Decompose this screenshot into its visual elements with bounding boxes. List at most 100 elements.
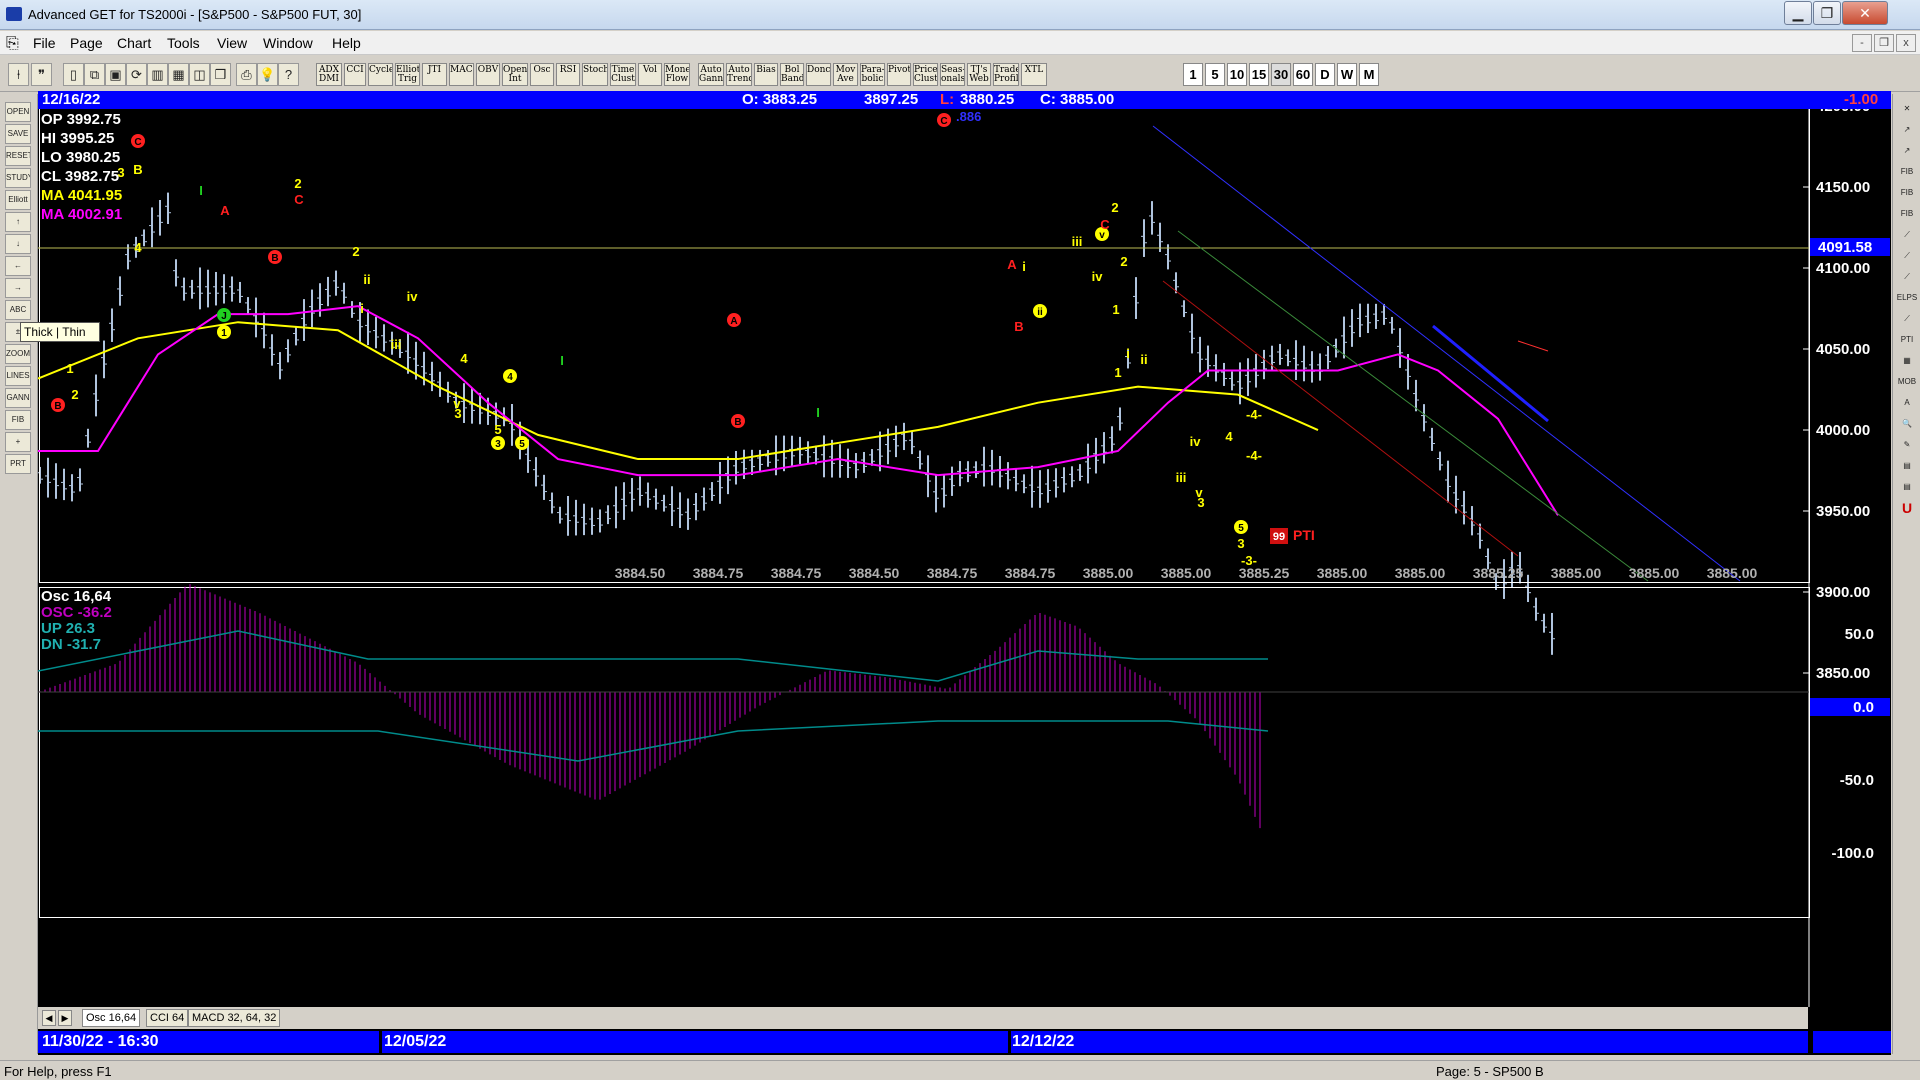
left-tool-7[interactable]: ← xyxy=(5,256,31,276)
right-tool-13[interactable]: MOB xyxy=(1896,373,1918,391)
new-page-icon[interactable]: ▯ xyxy=(63,63,84,86)
copy-page-icon[interactable]: ⧉ xyxy=(84,63,105,86)
right-tool-19[interactable]: U xyxy=(1896,499,1918,517)
timeframe-button-30[interactable]: 30 xyxy=(1271,63,1291,86)
left-tool-15[interactable]: + xyxy=(5,432,31,452)
menu-window[interactable]: Window xyxy=(263,35,313,51)
right-tool-11[interactable]: PTI xyxy=(1896,331,1918,349)
right-tool-10[interactable]: ⟋ xyxy=(1896,310,1918,328)
study-button-seas-onals[interactable]: Seas-onals xyxy=(940,63,965,86)
left-tool-14[interactable]: FIB xyxy=(5,410,31,430)
study-button-donch[interactable]: Donch xyxy=(806,63,831,86)
chart-window[interactable]: B 1 2 3 B C 4 I A J 1 B 2 C 2 ii i iv iii 4 v 3 4 5 3 5 I A B I C Ai Bii… xyxy=(38,91,1891,1055)
timeframe-button-w[interactable]: W xyxy=(1337,63,1357,86)
timeframe-button-60[interactable]: 60 xyxy=(1293,63,1313,86)
timeframe-button-15[interactable]: 15 xyxy=(1249,63,1269,86)
tab-prev-icon[interactable]: ◀ xyxy=(42,1010,56,1026)
left-tool-9[interactable]: ABC xyxy=(5,300,31,320)
timeframe-button-d[interactable]: D xyxy=(1315,63,1335,86)
left-tool-6[interactable]: ↓ xyxy=(5,234,31,254)
study-button-bol-band[interactable]: Bol Band xyxy=(780,63,804,86)
open-chart-icon[interactable]: ▣ xyxy=(105,63,126,86)
cascade-icon[interactable]: ❒ xyxy=(210,63,231,86)
study-button-tj-s-web[interactable]: TJ's Web xyxy=(967,63,991,86)
study-button-time-clust[interactable]: Time Clust xyxy=(610,63,636,86)
close-button[interactable]: ✕ xyxy=(1842,1,1888,25)
study-button-pivot[interactable]: Pivot xyxy=(887,63,911,86)
help-icon[interactable]: ? xyxy=(278,63,299,86)
study-button-bias[interactable]: Bias xyxy=(754,63,778,86)
left-tool-16[interactable]: PRT xyxy=(5,454,31,474)
menu-chart[interactable]: Chart xyxy=(117,35,151,51)
study-button-cycles[interactable]: Cycles xyxy=(368,63,393,86)
refresh-icon[interactable]: ⟳ xyxy=(126,63,147,86)
tab-macd[interactable]: MACD 32, 64, 32 xyxy=(188,1009,281,1027)
grid-icon[interactable]: ▦ xyxy=(168,63,189,86)
layout-icon[interactable]: ◫ xyxy=(189,63,210,86)
right-tool-7[interactable]: ⟋ xyxy=(1896,247,1918,265)
mdi-close-button[interactable]: x xyxy=(1896,34,1916,52)
study-button-jti[interactable]: JTI xyxy=(422,63,447,86)
study-button-vol[interactable]: Vol xyxy=(638,63,662,86)
study-button-elliott-trig[interactable]: Elliott Trig xyxy=(395,63,420,86)
tab-osc[interactable]: Osc 16,64 xyxy=(82,1009,141,1027)
left-tool-12[interactable]: LINES xyxy=(5,366,31,386)
left-tool-8[interactable]: → xyxy=(5,278,31,298)
left-tool-2[interactable]: RESET xyxy=(5,146,31,166)
menu-file[interactable]: File xyxy=(33,35,56,51)
tab-cci[interactable]: CCI 64 xyxy=(146,1009,189,1027)
study-button-obv[interactable]: OBV xyxy=(476,63,500,86)
pointer-icon[interactable]: ⍿ xyxy=(8,63,29,86)
study-button-cci[interactable]: CCI xyxy=(344,63,366,86)
right-tool-14[interactable]: A xyxy=(1896,394,1918,412)
right-tool-8[interactable]: ⟋ xyxy=(1896,268,1918,286)
study-button-stoch[interactable]: Stoch xyxy=(582,63,608,86)
quote-icon[interactable]: ❞ xyxy=(31,63,52,86)
timeframe-button-10[interactable]: 10 xyxy=(1227,63,1247,86)
study-button-macd[interactable]: MACD xyxy=(449,63,474,86)
study-button-osc[interactable]: Osc xyxy=(530,63,554,86)
study-button-trade-profile[interactable]: Trade Profile xyxy=(993,63,1019,86)
study-button-auto-trend[interactable]: Auto Trend xyxy=(726,63,752,86)
minimize-button[interactable]: ▁ xyxy=(1784,1,1812,25)
study-button-auto-gann[interactable]: Auto Gann xyxy=(698,63,724,86)
study-button-xtl[interactable]: XTL xyxy=(1021,63,1047,86)
timeframe-button-5[interactable]: 5 xyxy=(1205,63,1225,86)
study-button-price-clust[interactable]: Price Clust xyxy=(913,63,938,86)
tip-icon[interactable]: 💡 xyxy=(257,63,278,86)
tile-icon[interactable]: ▥ xyxy=(147,63,168,86)
right-tool-5[interactable]: FIB TIME xyxy=(1896,205,1918,223)
left-tool-0[interactable]: OPEN xyxy=(5,102,31,122)
study-button-open-int[interactable]: Open Int xyxy=(502,63,528,86)
study-button-mov-ave[interactable]: Mov Ave xyxy=(833,63,858,86)
right-tool-4[interactable]: FIB EXT xyxy=(1896,184,1918,202)
left-tool-5[interactable]: ↑ xyxy=(5,212,31,232)
study-button-para-bolic[interactable]: Para-bolic xyxy=(860,63,885,86)
right-tool-1[interactable]: ↗ xyxy=(1896,121,1918,139)
chart-canvas[interactable]: B123 BC4IAJ1B2C2iiiiviii4v3453 5IABICA iBii… xyxy=(38,91,1891,1007)
mdi-doc-icon[interactable]: ⎘ xyxy=(6,35,19,53)
right-tool-9[interactable]: ELPS xyxy=(1896,289,1918,307)
mdi-minimize-button[interactable]: - xyxy=(1852,34,1872,52)
right-tool-15[interactable]: 🔍 xyxy=(1896,415,1918,433)
study-button-money-flow[interactable]: Money Flow xyxy=(664,63,690,86)
right-tool-0[interactable]: ✕ xyxy=(1896,100,1918,118)
right-tool-18[interactable]: ▤ xyxy=(1896,478,1918,496)
right-tool-2[interactable]: ↗ xyxy=(1896,142,1918,160)
maximize-button[interactable]: ❐ xyxy=(1813,1,1841,25)
left-tool-1[interactable]: SAVE xyxy=(5,124,31,144)
left-tool-13[interactable]: GANN xyxy=(5,388,31,408)
right-tool-16[interactable]: ✎ xyxy=(1896,436,1918,454)
right-tool-17[interactable]: ▤ xyxy=(1896,457,1918,475)
right-tool-6[interactable]: ⟋ xyxy=(1896,226,1918,244)
tab-next-icon[interactable]: ▶ xyxy=(58,1010,72,1026)
left-tool-11[interactable]: ZOOM xyxy=(5,344,31,364)
menu-help[interactable]: Help xyxy=(332,35,361,51)
menu-view[interactable]: View xyxy=(217,35,247,51)
menu-tools[interactable]: Tools xyxy=(167,35,200,51)
print-icon[interactable]: ⎙ xyxy=(236,63,257,86)
mdi-restore-button[interactable]: ❐ xyxy=(1874,34,1894,52)
right-tool-3[interactable]: FIB RET xyxy=(1896,163,1918,181)
left-tool-3[interactable]: STUDY xyxy=(5,168,31,188)
study-button-rsi[interactable]: RSI xyxy=(556,63,580,86)
